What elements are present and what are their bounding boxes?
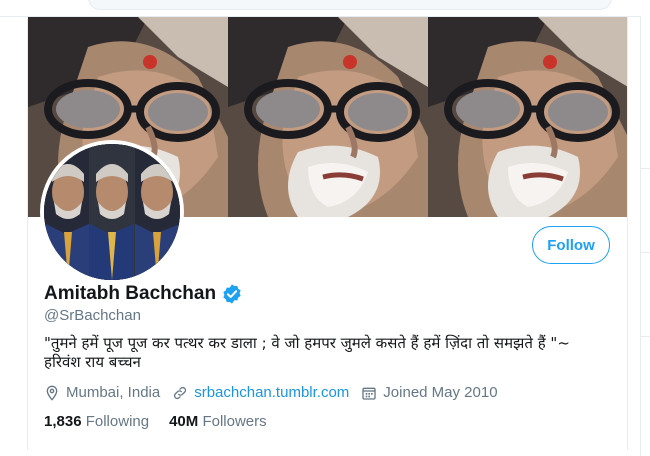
profile-stats: 1,836 Following 40M Followers — [44, 413, 287, 430]
profile-bio: "तुमने हमें पूज पूज कर पत्थर कर डाला ; व… — [44, 334, 570, 371]
joined-item: Joined May 2010 — [361, 384, 498, 401]
following-stat[interactable]: 1,836 Following — [44, 413, 149, 430]
verified-badge-icon — [223, 284, 241, 304]
column-border-right — [627, 17, 628, 450]
followers-count: 40M — [169, 413, 199, 430]
profile-avatar[interactable] — [40, 140, 184, 284]
website-item: srbachchan.tumblr.com — [172, 384, 349, 401]
profile-meta: Mumbai, India srbachchan.tumblr.com Join… — [44, 384, 510, 401]
followers-stat[interactable]: 40M Followers — [169, 413, 267, 430]
banner-tile — [228, 17, 428, 217]
following-label: Following — [85, 413, 150, 430]
profile-handle: @SrBachchan — [44, 307, 141, 324]
joined-text: Joined May 2010 — [383, 384, 498, 401]
banner-tile — [428, 17, 627, 217]
profile-name-row: Amitabh Bachchan — [44, 283, 243, 305]
followers-label: Followers — [202, 413, 267, 430]
location-item: Mumbai, India — [44, 384, 160, 401]
follow-button[interactable]: Follow — [532, 226, 610, 264]
display-name: Amitabh Bachchan — [44, 283, 217, 304]
following-count: 1,836 — [44, 413, 82, 430]
link-icon — [174, 386, 187, 399]
avatar-image — [44, 144, 180, 280]
calendar-icon — [362, 387, 376, 400]
location-pin-icon — [46, 385, 58, 401]
website-link[interactable]: srbachchan.tumblr.com — [194, 384, 349, 401]
sidebar-card — [640, 16, 650, 456]
location-text: Mumbai, India — [66, 384, 161, 401]
search-bar[interactable] — [88, 0, 612, 10]
